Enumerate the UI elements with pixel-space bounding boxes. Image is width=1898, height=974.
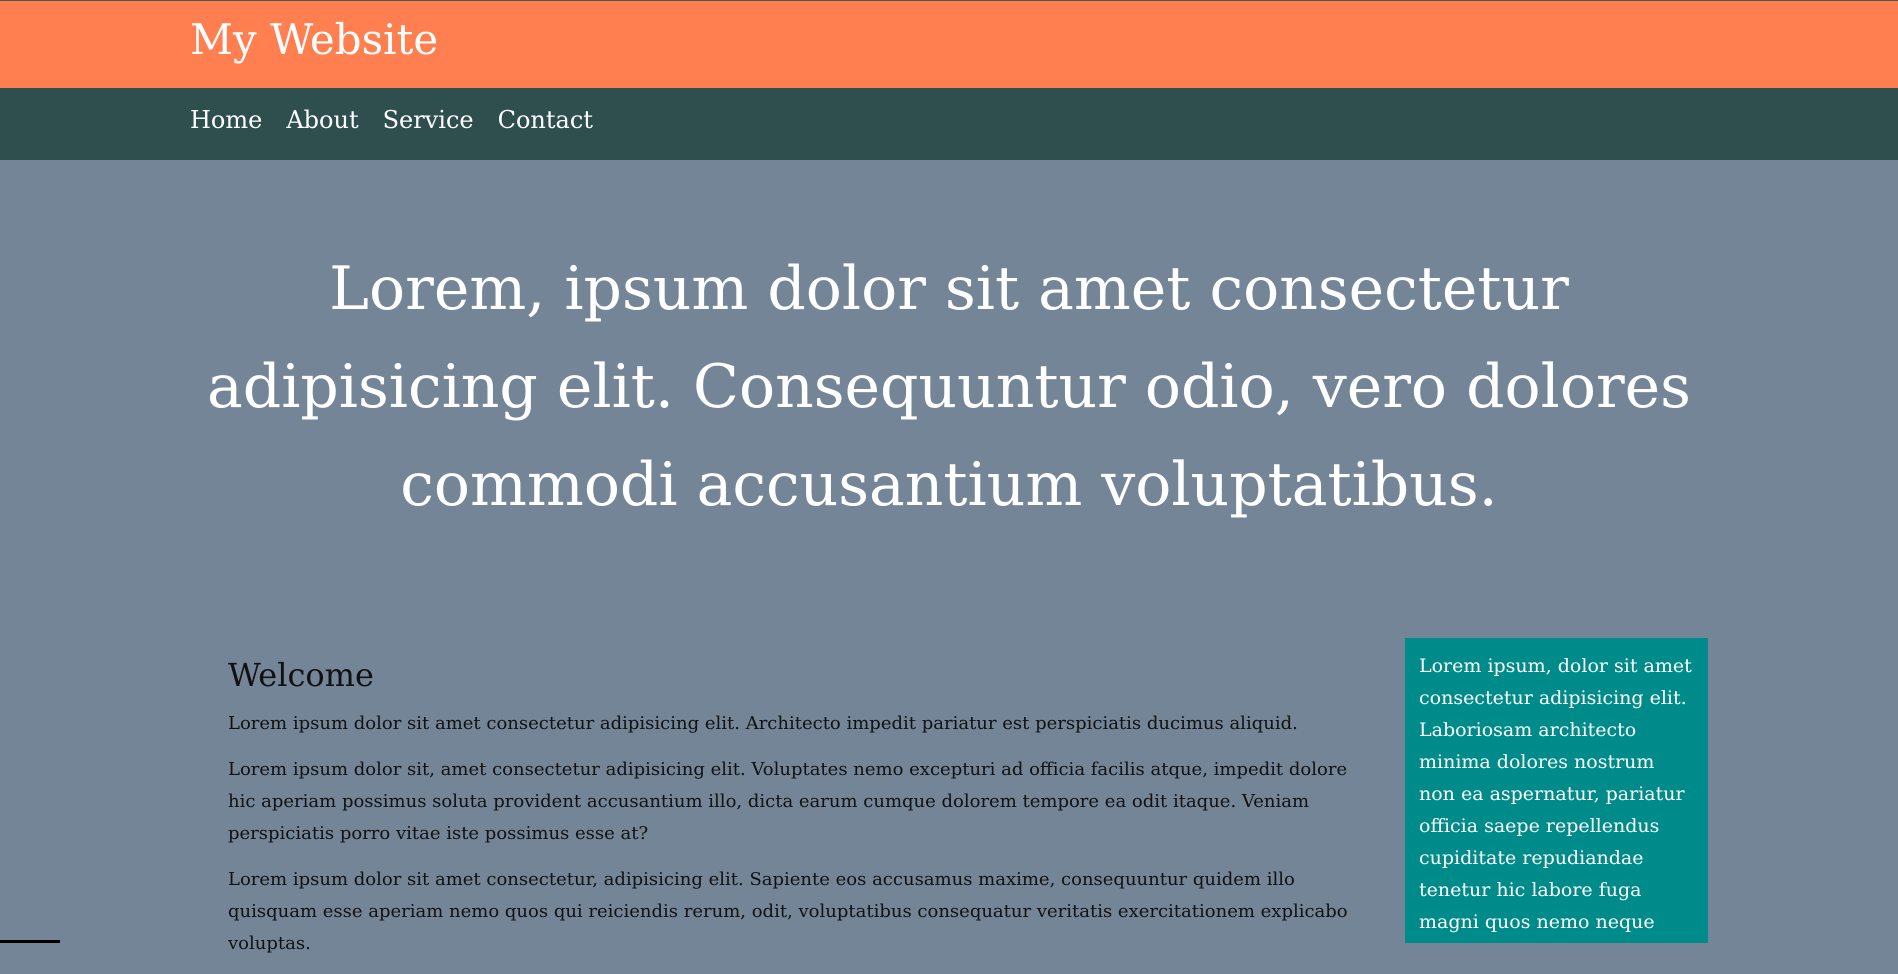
nav-link-about[interactable]: About <box>286 106 358 134</box>
paragraph-3: Lorem ipsum dolor sit amet consectetur, … <box>228 869 1348 954</box>
hero-heading: Lorem, ipsum dolor sit amet consectetur … <box>207 254 1691 520</box>
site-title[interactable]: My Website <box>190 15 438 64</box>
paragraph-2: Lorem ipsum dolor sit, amet consectetur … <box>228 759 1348 844</box>
nav-item-home: Home <box>190 106 262 134</box>
welcome-heading: Welcome <box>228 656 374 694</box>
site-header: My Website <box>0 0 1898 88</box>
sidebar-text: Lorem ipsum, dolor sit amet consectetur … <box>1419 655 1692 933</box>
main-nav: Home About Service Contact <box>0 88 1898 160</box>
paragraph-1: Lorem ipsum dolor sit amet consectetur a… <box>228 713 1298 734</box>
nav-item-service: Service <box>383 106 474 134</box>
nav-list: Home About Service Contact <box>190 106 593 134</box>
sidebar-box: Lorem ipsum, dolor sit amet consectetur … <box>1405 638 1708 943</box>
nav-item-about: About <box>286 106 358 134</box>
nav-item-contact: Contact <box>498 106 593 134</box>
main-content: Welcome Lorem ipsum dolor sit amet conse… <box>228 656 1348 974</box>
nav-link-contact[interactable]: Contact <box>498 106 593 134</box>
nav-link-home[interactable]: Home <box>190 106 262 134</box>
nav-link-service[interactable]: Service <box>383 106 474 134</box>
